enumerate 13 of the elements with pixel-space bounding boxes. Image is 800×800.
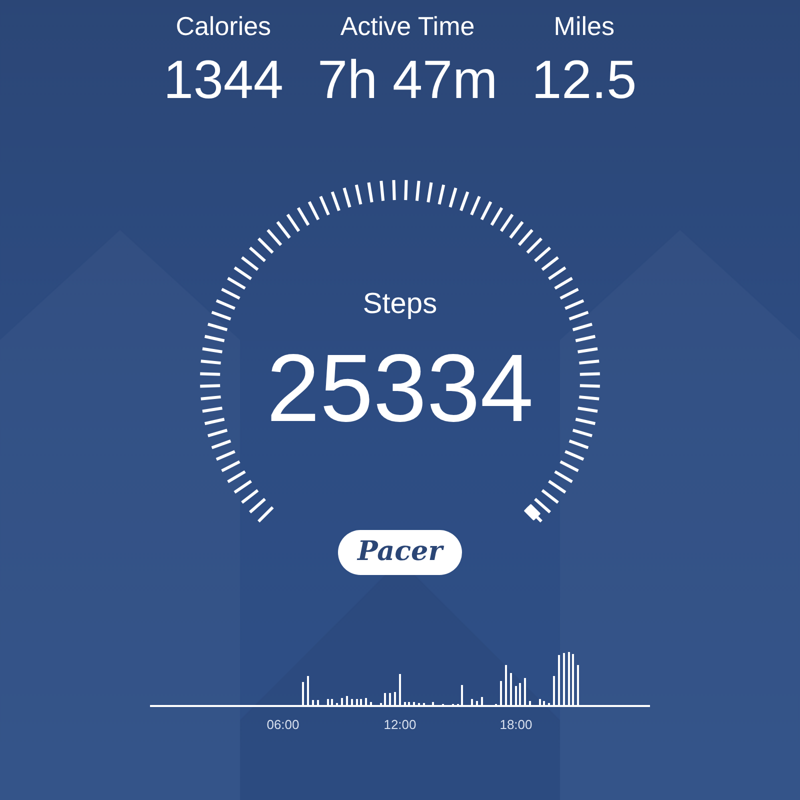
stat-label: Miles: [554, 13, 614, 39]
pacer-logo: Pacer: [338, 530, 462, 574]
time-label: 18:00: [500, 717, 532, 732]
progress-marker: [524, 504, 541, 521]
stat-value: 12.5: [532, 53, 637, 107]
stat-value: 7h 47m: [317, 53, 498, 107]
stat-label: Active Time: [340, 13, 475, 39]
stat-value: 1344: [163, 53, 284, 107]
steps-label: Steps: [362, 290, 438, 319]
time-label: 12:00: [384, 717, 416, 732]
stat-label: Calories: [176, 13, 272, 39]
steps-count: 25334: [266, 341, 534, 437]
time-label: 06:00: [266, 717, 300, 732]
